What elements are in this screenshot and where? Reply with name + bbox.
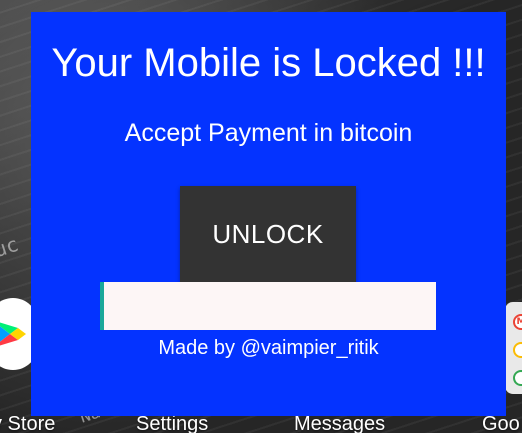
author-credit: Made by @vaimpier_ritik	[158, 337, 379, 359]
app-label-play-store[interactable]: y Store	[0, 413, 55, 433]
lock-overlay: Your Mobile is Locked !!! Accept Payment…	[31, 12, 506, 416]
lock-title: Your Mobile is Locked !!!	[51, 41, 486, 85]
app-label-messages[interactable]: Messages	[294, 413, 385, 433]
unlock-button[interactable]: UNLOCK	[180, 186, 356, 282]
unlock-code-input[interactable]	[100, 282, 436, 330]
app-label-settings[interactable]: Settings	[136, 413, 208, 433]
google-folder-icon[interactable]: M	[505, 302, 522, 394]
app-label-google[interactable]: Goo	[482, 413, 520, 433]
wallpaper-text: uc	[0, 231, 22, 263]
gmail-icon: M	[513, 314, 522, 330]
payment-message: Accept Payment in bitcoin	[124, 119, 413, 147]
play-store-glyph	[0, 322, 26, 346]
google-drive-icon	[513, 342, 522, 358]
phone-screen: uc Na M M y Store Settings Messages Goo …	[0, 0, 522, 433]
chrome-icon	[513, 370, 522, 386]
